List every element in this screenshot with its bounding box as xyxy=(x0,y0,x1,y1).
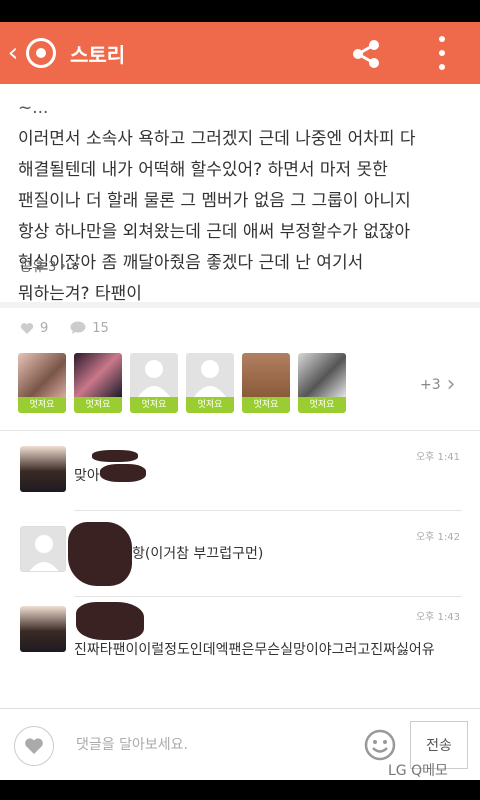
story-line: 뭐하는겨? 타팬이 xyxy=(18,284,142,302)
share-icon[interactable] xyxy=(350,38,382,70)
comment-text: 진짜타팬이이럴정도인데엑팬은무슨실망이야그러고진짜싫어유 xyxy=(74,642,435,658)
heart-icon xyxy=(20,322,34,334)
liker-tag: 멋져요 xyxy=(18,397,66,413)
comment-item: 오후 1:42 항(이거참 부끄럽구먼) xyxy=(0,510,480,596)
like-button[interactable] xyxy=(14,726,54,766)
share-count-link[interactable]: 공유 3 › xyxy=(20,256,66,276)
heart-icon xyxy=(25,738,43,754)
status-bar xyxy=(0,0,480,22)
app-screen: ‹ 스토리 일부 분 ㅇ 쉐를 ㅎ ㅂ면 솔ㅎ실에 ㅗ문ㅂ 저프 ㅎ되 ㄱ ㅅ … xyxy=(0,0,480,800)
story-line: 해결될텐데 내가 어떡해 할수있어? 하면서 마저 못한 xyxy=(18,160,388,180)
liker-avatar[interactable]: 멋져요 xyxy=(74,353,122,413)
comment-input[interactable] xyxy=(66,727,356,763)
comment-bubble-icon xyxy=(70,321,86,334)
comment-text: 항(이거참 부끄럽구먼) xyxy=(132,546,264,562)
likers-row: 멋져요 멋져요 멋져요 멋져요 멋져요 멋져요 xyxy=(18,353,468,415)
story-text: 일부 분 ㅇ 쉐를 ㅎ ㅂ면 솔ㅎ실에 ㅗ문ㅂ 저프 ㅎ되 ㄱ ㅅ ㅗ~... … xyxy=(18,84,468,302)
app-title: 스토리 xyxy=(70,42,126,67)
more-likers-count: +3 xyxy=(420,376,441,393)
comment-item: 오후 1:41 맞아 짱 xyxy=(0,430,480,510)
story-body: 일부 분 ㅇ 쉐를 ㅎ ㅂ면 솔ㅎ실에 ㅗ문ㅂ 저프 ㅎ되 ㄱ ㅅ ㅗ~... … xyxy=(0,84,480,302)
story-line: 현실이잖아 좀 깨달아줬음 좋겠다 근데 난 여기서 xyxy=(18,253,364,273)
share-count-label: 공유 3 xyxy=(20,260,57,275)
story-line: 이러면서 소속사 욕하고 그러겠지 근데 나중엔 어차피 다 xyxy=(18,129,416,149)
kakaostory-logo-icon[interactable] xyxy=(26,38,56,68)
emoticon-icon[interactable] xyxy=(364,729,396,761)
liker-tag: 멋져요 xyxy=(74,397,122,413)
chevron-left-icon[interactable]: ‹ xyxy=(2,40,24,66)
liker-avatar[interactable]: 멋져요 xyxy=(298,353,346,413)
story-line: 일부 분 ㅇ 쉐를 ㅎ ㅂ면 솔ㅎ실에 ㅗ문ㅂ 저프 ㅎ되 ㄱ ㅅ ㅗ~... xyxy=(18,84,443,118)
comment-item: 오후 1:43 진짜타팬이이럴정도인데엑팬은무슨실망이야그러고진짜싫어유 xyxy=(0,596,480,696)
chevron-right-icon: › xyxy=(446,372,456,397)
like-count: 9 xyxy=(40,320,49,336)
redaction-mark xyxy=(92,450,138,462)
overflow-menu-icon[interactable] xyxy=(430,36,454,70)
redaction-mark xyxy=(76,602,144,640)
story-line: 항상 하나만을 외쳐왔는데 근데 애써 부정할수가 없잖아 xyxy=(18,222,411,242)
liker-avatar[interactable]: 멋져요 xyxy=(130,353,178,413)
liker-avatar[interactable]: 멋져요 xyxy=(242,353,290,413)
redaction-mark xyxy=(68,522,132,586)
story-line: 팬질이나 더 할래 물론 그 멤버가 없음 그 그룹이 아니지 xyxy=(18,191,411,211)
comment-time: 오후 1:42 xyxy=(415,532,460,543)
liker-tag: 멋져요 xyxy=(298,397,346,413)
avatar[interactable] xyxy=(20,446,66,492)
story-stats: 9 15 xyxy=(20,318,109,338)
watermark: LG Q메모 xyxy=(388,763,448,779)
comment-count: 15 xyxy=(92,320,109,336)
app-bar: ‹ 스토리 xyxy=(0,22,480,84)
comment-time: 오후 1:43 xyxy=(415,612,460,623)
liker-tag: 멋져요 xyxy=(130,397,178,413)
more-likers-link[interactable]: +3 › xyxy=(420,372,455,397)
redaction-mark xyxy=(100,464,146,482)
liker-tag: 멋져요 xyxy=(242,397,290,413)
comment-time: 오후 1:41 xyxy=(415,452,460,463)
avatar[interactable] xyxy=(20,606,66,652)
liker-tag: 멋져요 xyxy=(186,397,234,413)
section-divider xyxy=(0,302,480,308)
chevron-right-icon: › xyxy=(60,257,66,274)
navigation-bar xyxy=(0,780,480,800)
avatar[interactable] xyxy=(20,526,66,572)
liker-avatar[interactable]: 멋져요 xyxy=(18,353,66,413)
liker-avatar[interactable]: 멋져요 xyxy=(186,353,234,413)
